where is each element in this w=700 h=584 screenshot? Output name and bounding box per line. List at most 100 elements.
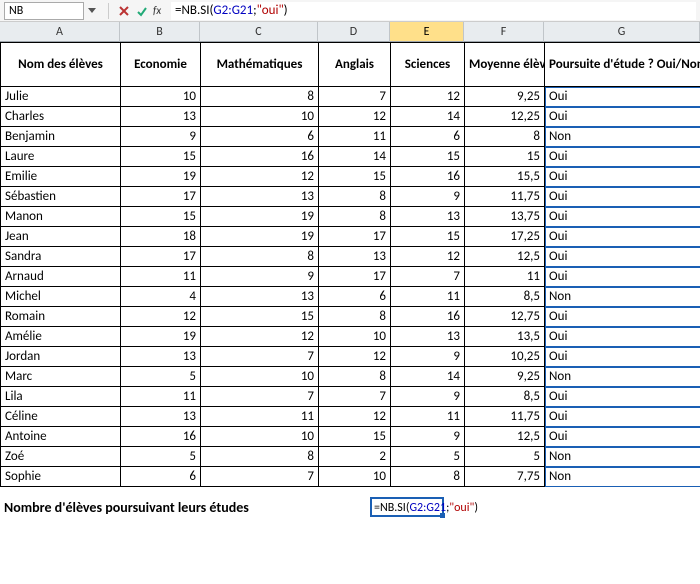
cell-eco[interactable]: 19 (121, 167, 201, 187)
cell-avg[interactable]: 12,5 (465, 427, 545, 447)
cell-nom[interactable]: Zoé (1, 447, 121, 467)
cell-math[interactable]: 7 (201, 387, 319, 407)
cell-poursuite[interactable]: Oui (545, 307, 700, 327)
cell-ang[interactable]: 17 (319, 227, 391, 247)
cell-nom[interactable]: Benjamin (1, 127, 121, 147)
cell-math[interactable]: 7 (201, 467, 319, 487)
cell-sci[interactable]: 15 (391, 227, 465, 247)
cell-ang[interactable]: 15 (319, 427, 391, 447)
cell-avg[interactable]: 12,5 (465, 247, 545, 267)
cell-eco[interactable]: 11 (121, 387, 201, 407)
cell-nom[interactable]: Sébastien (1, 187, 121, 207)
cell-ang[interactable]: 12 (319, 107, 391, 127)
col-header-G[interactable]: G (544, 22, 700, 42)
cell-math[interactable]: 19 (201, 207, 319, 227)
name-box-dropdown-icon[interactable] (88, 8, 96, 13)
cell-math[interactable]: 12 (201, 167, 319, 187)
cell-math[interactable]: 9 (201, 267, 319, 287)
cell-eco[interactable]: 9 (121, 127, 201, 147)
cell-math[interactable]: 11 (201, 407, 319, 427)
header-math[interactable]: Mathématiques (201, 43, 319, 87)
cell-sci[interactable]: 9 (391, 387, 465, 407)
cell-poursuite[interactable]: Oui (545, 87, 700, 107)
cell-sci[interactable]: 16 (391, 307, 465, 327)
cell-nom[interactable]: Laure (1, 147, 121, 167)
cell-eco[interactable]: 12 (121, 307, 201, 327)
cell-poursuite[interactable]: Non (545, 287, 700, 307)
cell-ang[interactable]: 15 (319, 167, 391, 187)
cell-eco[interactable]: 5 (121, 447, 201, 467)
header-sciences[interactable]: Sciences (391, 43, 465, 87)
cell-ang[interactable]: 7 (319, 87, 391, 107)
cell-sci[interactable]: 14 (391, 107, 465, 127)
cell-eco[interactable]: 5 (121, 367, 201, 387)
cell-ang[interactable]: 8 (319, 207, 391, 227)
cell-math[interactable]: 8 (201, 247, 319, 267)
cell-avg[interactable]: 12,25 (465, 107, 545, 127)
cell-math[interactable]: 12 (201, 327, 319, 347)
cell-poursuite[interactable]: Oui (545, 247, 700, 267)
cell-math[interactable]: 19 (201, 227, 319, 247)
cell-math[interactable]: 13 (201, 187, 319, 207)
cell-eco[interactable]: 11 (121, 267, 201, 287)
cell-nom[interactable]: Charles (1, 107, 121, 127)
header-poursuite[interactable]: Poursuite d'étude ? Oui/Non (545, 43, 700, 87)
fill-handle[interactable] (440, 513, 445, 518)
cell-nom[interactable]: Sandra (1, 247, 121, 267)
col-header-E[interactable]: E (390, 22, 464, 42)
cell-nom[interactable]: Lila (1, 387, 121, 407)
cell-sci[interactable]: 14 (391, 367, 465, 387)
cell-eco[interactable]: 17 (121, 247, 201, 267)
cell-math[interactable]: 15 (201, 307, 319, 327)
cell-eco[interactable]: 15 (121, 207, 201, 227)
cell-sci[interactable]: 11 (391, 407, 465, 427)
cell-nom[interactable]: Amélie (1, 327, 121, 347)
cell-math[interactable]: 8 (201, 447, 319, 467)
col-header-D[interactable]: D (318, 22, 390, 42)
cell-poursuite[interactable]: Oui (545, 107, 700, 127)
cell-sci[interactable]: 15 (391, 147, 465, 167)
cell-eco[interactable]: 13 (121, 347, 201, 367)
cell-nom[interactable]: Michel (1, 287, 121, 307)
cell-poursuite[interactable]: Non (545, 467, 700, 487)
header-moyenne[interactable]: Moyenne élève (465, 43, 545, 87)
header-anglais[interactable]: Anglais (319, 43, 391, 87)
cell-nom[interactable]: Céline (1, 407, 121, 427)
cell-poursuite[interactable]: Oui (545, 207, 700, 227)
cell-math[interactable]: 10 (201, 367, 319, 387)
cell-nom[interactable]: Jordan (1, 347, 121, 367)
cell-sci[interactable]: 5 (391, 447, 465, 467)
cell-eco[interactable]: 17 (121, 187, 201, 207)
cell-nom[interactable]: Sophie (1, 467, 121, 487)
cell-sci[interactable]: 11 (391, 287, 465, 307)
cell-avg[interactable]: 9,25 (465, 367, 545, 387)
col-header-A[interactable]: A (0, 22, 120, 42)
cell-nom[interactable]: Romain (1, 307, 121, 327)
cell-nom[interactable]: Manon (1, 207, 121, 227)
cell-ang[interactable]: 10 (319, 327, 391, 347)
cell-poursuite[interactable]: Oui (545, 387, 700, 407)
cell-avg[interactable]: 13,5 (465, 327, 545, 347)
cell-sci[interactable]: 12 (391, 247, 465, 267)
cell-ang[interactable]: 8 (319, 307, 391, 327)
cell-poursuite[interactable]: Oui (545, 147, 700, 167)
cell-sci[interactable]: 8 (391, 467, 465, 487)
cell-math[interactable]: 8 (201, 87, 319, 107)
cell-nom[interactable]: Marc (1, 367, 121, 387)
active-cell[interactable]: =NB.SI(G2:G21;"oui") (370, 497, 444, 517)
cell-eco[interactable]: 4 (121, 287, 201, 307)
cell-math[interactable]: 10 (201, 107, 319, 127)
cell-avg[interactable]: 8,5 (465, 387, 545, 407)
cell-ang[interactable]: 6 (319, 287, 391, 307)
cell-eco[interactable]: 19 (121, 327, 201, 347)
cell-ang[interactable]: 8 (319, 187, 391, 207)
cell-avg[interactable]: 9,25 (465, 87, 545, 107)
cell-eco[interactable]: 10 (121, 87, 201, 107)
cell-nom[interactable]: Julie (1, 87, 121, 107)
cell-poursuite[interactable]: Oui (545, 167, 700, 187)
cell-eco[interactable]: 15 (121, 147, 201, 167)
cell-sci[interactable]: 7 (391, 267, 465, 287)
cell-nom[interactable]: Jean (1, 227, 121, 247)
cell-avg[interactable]: 15,5 (465, 167, 545, 187)
cell-ang[interactable]: 10 (319, 467, 391, 487)
